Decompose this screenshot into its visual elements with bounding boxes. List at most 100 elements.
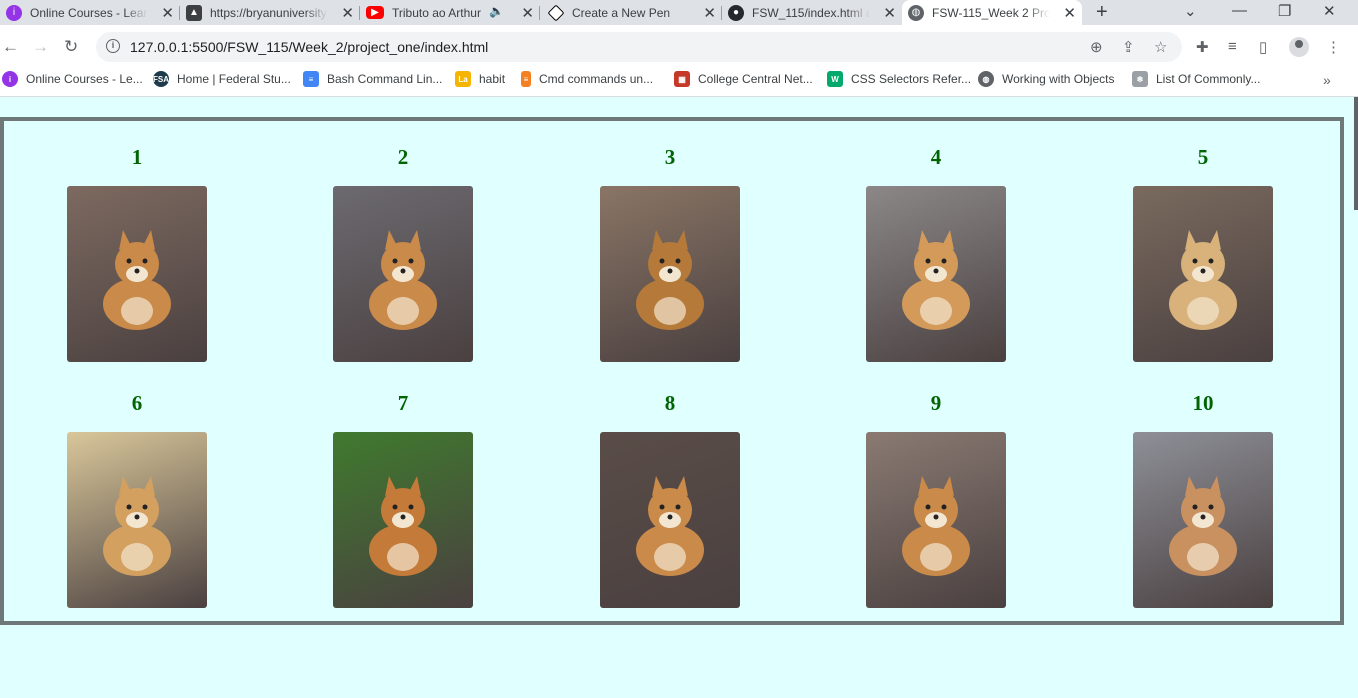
bookmark-list-commonly[interactable]: ❄ List Of Commonly... — [1132, 71, 1260, 87]
reload-icon[interactable]: ↻ — [64, 37, 78, 57]
bookmark-online-courses[interactable]: i Online Courses - Le... — [2, 71, 143, 87]
url-text[interactable]: 127.0.0.1:5500/FSW_115/Week_2/project_on… — [130, 39, 488, 55]
tab-codepen[interactable]: Create a New Pen ✕ — [542, 0, 722, 25]
dog-photo — [67, 432, 207, 608]
dog-icon — [103, 230, 171, 330]
close-icon[interactable]: ✕ — [161, 4, 174, 22]
bookmarks-bar: i Online Courses - Le... FSA Home | Fede… — [0, 69, 1358, 97]
gallery-item-number: 1 — [131, 145, 143, 169]
bookmark-label: CSS Selectors Refer... — [851, 72, 972, 86]
tab-tributo[interactable]: ▶ Tributo ao Arthur 🔈 ✕ — [360, 0, 540, 25]
dog-icon — [902, 476, 970, 576]
gallery-item: 6 — [67, 391, 207, 608]
restore-icon[interactable]: ❐ — [1278, 2, 1291, 20]
bookmark-css-selectors[interactable]: W CSS Selectors Refer... — [827, 71, 971, 87]
youtube-icon: ▶ — [366, 6, 384, 19]
tab-online-courses[interactable]: i Online Courses - Learn ✕ — [0, 0, 180, 25]
gallery-item-number: 9 — [930, 391, 942, 415]
profile-avatar[interactable] — [1289, 37, 1309, 57]
tab-title: Online Courses - Learn — [30, 5, 148, 20]
close-icon[interactable]: ✕ — [703, 4, 716, 22]
bookmark-label: College Central Net... — [698, 72, 813, 86]
tab-title: Tributo ao Arthur — [392, 5, 481, 20]
bookmark-label: Working with Objects — [1002, 72, 1115, 86]
github-icon: ● — [728, 4, 744, 21]
star-icon[interactable]: ☆ — [1154, 38, 1167, 56]
gallery-item-number: 4 — [930, 145, 942, 169]
info-circle-icon: i — [6, 4, 22, 21]
gallery-item: 10 — [1133, 391, 1273, 608]
gallery-item: 8 — [600, 391, 740, 608]
close-icon[interactable]: ✕ — [521, 4, 534, 22]
dog-photo — [600, 432, 740, 608]
gallery-item: 7 — [333, 391, 473, 608]
extensions-icon[interactable]: ✚ — [1196, 38, 1209, 56]
gallery-item-number: 6 — [131, 391, 143, 415]
docs-icon: ≡ — [303, 71, 319, 87]
gallery-item: 2 — [333, 145, 473, 362]
w3-icon: W — [827, 71, 843, 87]
dog-photo — [866, 432, 1006, 608]
dog-gallery: 1 2 3 4 5 6 7 8 9 10 — [0, 117, 1344, 625]
side-panel-icon[interactable]: ▯ — [1259, 38, 1267, 56]
dog-photo — [333, 432, 473, 608]
dog-icon — [902, 230, 970, 330]
habit-icon: La — [455, 71, 471, 87]
close-icon[interactable]: ✕ — [883, 4, 896, 22]
gallery-item-number: 2 — [397, 145, 409, 169]
bookmark-college-central[interactable]: ▦ College Central Net... — [674, 71, 813, 87]
dog-photo — [67, 186, 207, 362]
tab-title: FSW_115/index.html a — [752, 5, 870, 20]
menu-icon[interactable]: ⋮ — [1326, 38, 1341, 56]
bookmark-label: habit — [479, 72, 506, 86]
globe-icon: ◍ — [908, 4, 924, 21]
forward-icon[interactable]: → — [32, 37, 49, 57]
zoom-icon[interactable]: ⊕ — [1090, 38, 1103, 56]
info-circle-icon: i — [2, 71, 18, 87]
new-tab-button[interactable]: + — [1096, 1, 1108, 24]
close-icon[interactable]: ✕ — [1063, 4, 1076, 22]
bookmark-cmd[interactable]: ≡ Cmd commands un... — [521, 71, 653, 87]
gallery-item-number: 5 — [1197, 145, 1209, 169]
list-icon: ❄ — [1132, 71, 1148, 87]
dog-photo — [1133, 186, 1273, 362]
page-viewport: 1 2 3 4 5 6 7 8 9 10 — [0, 97, 1358, 698]
dog-icon — [103, 476, 171, 576]
tab-bryanuniversity[interactable]: ▲ https://bryanuniversity ✕ — [180, 0, 360, 25]
dog-icon — [369, 230, 437, 330]
chevron-double-right-icon[interactable]: » — [1323, 72, 1331, 88]
gallery-item: 3 — [600, 145, 740, 362]
gallery-item-number: 3 — [664, 145, 676, 169]
minimize-icon[interactable]: — — [1232, 2, 1247, 19]
bookmark-bash[interactable]: ≡ Bash Command Lin... — [303, 71, 442, 87]
bookmark-habit[interactable]: La habit — [455, 71, 505, 87]
bookmark-label: List Of Commonly... — [1156, 72, 1261, 86]
tab-strip: i Online Courses - Learn ✕ ▲ https://bry… — [0, 0, 1358, 25]
speaker-icon[interactable]: 🔈 — [489, 4, 504, 18]
gallery-item: 9 — [866, 391, 1006, 608]
gallery-item: 1 — [67, 145, 207, 362]
gallery-item: 5 — [1133, 145, 1273, 362]
media-icon[interactable]: ≡ — [1228, 38, 1237, 55]
tab-title: https://bryanuniversity — [210, 5, 327, 20]
info-icon[interactable]: i — [106, 39, 120, 53]
close-icon[interactable]: ✕ — [341, 4, 354, 22]
codepen-icon — [547, 4, 565, 21]
gallery-item: 4 — [866, 145, 1006, 362]
bookmark-label: Cmd commands un... — [539, 72, 654, 86]
share-icon[interactable]: ⇪ — [1122, 38, 1135, 56]
gallery-item-number: 10 — [1192, 391, 1214, 415]
bookmark-working-objects[interactable]: ◍ Working with Objects — [978, 71, 1114, 87]
toolbar: ← → ↻ i 127.0.0.1:5500/FSW_115/Week_2/pr… — [0, 25, 1358, 69]
scrollbar[interactable] — [1354, 97, 1358, 210]
address-bar[interactable]: i 127.0.0.1:5500/FSW_115/Week_2/project_… — [96, 32, 1182, 62]
back-icon[interactable]: ← — [2, 37, 19, 57]
tab-fsw-115-active[interactable]: ◍ FSW-115_Week 2 Proj ✕ — [902, 0, 1082, 25]
close-window-icon[interactable]: ✕ — [1323, 2, 1336, 20]
tab-github[interactable]: ● FSW_115/index.html a ✕ — [722, 0, 902, 25]
bookmark-federal-student[interactable]: FSA Home | Federal Stu... — [153, 71, 291, 87]
tab-separator — [539, 6, 540, 20]
tab-search-icon[interactable]: ⌄ — [1184, 2, 1197, 20]
tab-title: Create a New Pen — [572, 5, 671, 20]
browser-chrome: i Online Courses - Learn ✕ ▲ https://bry… — [0, 0, 1358, 97]
